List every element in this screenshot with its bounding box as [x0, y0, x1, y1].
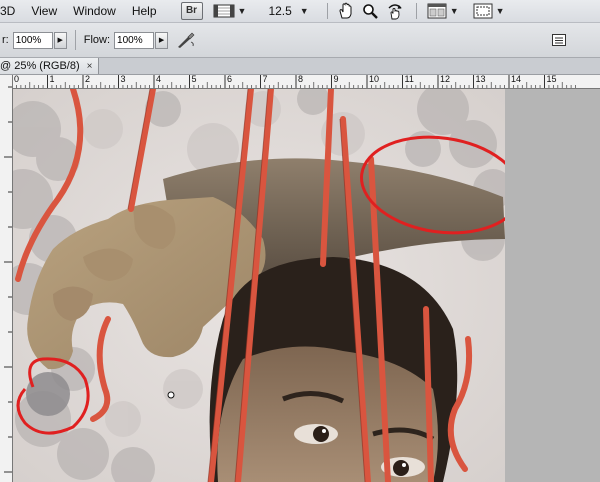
ruler-label: 2 — [85, 74, 91, 84]
rotate-view-icon[interactable] — [386, 2, 404, 20]
ruler-label: 6 — [227, 74, 233, 84]
menu-help[interactable]: Help — [124, 0, 165, 22]
divider — [74, 30, 76, 50]
options-bar: r: ▶ Flow: ▶ — [0, 23, 600, 58]
ruler-label: 9 — [333, 74, 339, 84]
screen-mode-icon[interactable] — [213, 2, 235, 20]
bridge-icon[interactable]: Br — [180, 2, 203, 20]
document-tab-title: @ 25% (RGB/8) — [0, 60, 80, 72]
menu-3d[interactable]: 3D — [0, 0, 23, 22]
ruler-label: 14 — [511, 74, 522, 84]
arrange-documents-icon[interactable] — [427, 2, 447, 20]
ruler-label: 13 — [475, 74, 486, 84]
zoom-tool-icon[interactable] — [362, 2, 378, 20]
bridge-label: Br — [180, 2, 203, 20]
zoom-level[interactable]: 12.5 — [268, 4, 291, 18]
divider — [326, 3, 328, 19]
ruler-label: 11 — [404, 74, 414, 84]
ruler-label: 5 — [191, 74, 197, 84]
chevron-down-icon[interactable]: ▼ — [450, 6, 459, 16]
menu-bar: 3D View Window Help Br ▼ 12.5 ▼ ▼ ▼ — [0, 0, 600, 23]
ruler-label: 7 — [262, 74, 268, 84]
artwork-image — [13, 89, 505, 482]
chevron-down-icon[interactable]: ▼ — [496, 6, 505, 16]
ruler-label: 3 — [120, 74, 126, 84]
close-icon[interactable]: × — [87, 61, 93, 72]
document-canvas[interactable] — [13, 89, 505, 482]
menu-window[interactable]: Window — [65, 0, 124, 22]
opacity-field[interactable] — [12, 31, 53, 49]
ruler-label: 15 — [546, 74, 557, 84]
vertical-ruler[interactable] — [0, 75, 13, 482]
ruler-label: 12 — [440, 74, 451, 84]
panel-toggle-icon[interactable] — [552, 31, 566, 49]
ruler-label: 0 — [14, 74, 20, 84]
chevron-down-icon[interactable]: ▼ — [238, 6, 247, 16]
flow-field[interactable] — [114, 31, 155, 49]
opacity-label: r: — [2, 34, 9, 46]
chevron-down-icon[interactable]: ▼ — [300, 6, 309, 16]
horizontal-ruler[interactable]: 0 1 2 3 4 5 6 7 8 9 10 11 12 13 14 15 — [12, 74, 600, 89]
divider — [415, 3, 417, 19]
flow-dropdown-arrow-icon[interactable]: ▶ — [155, 31, 169, 49]
ruler-label: 1 — [49, 74, 55, 84]
document-tab-bar: @ 25% (RGB/8) × — [0, 58, 600, 75]
canvas-workspace[interactable] — [13, 89, 600, 482]
document-tab[interactable]: @ 25% (RGB/8) × — [0, 58, 99, 74]
opacity-dropdown-arrow-icon[interactable]: ▶ — [53, 31, 67, 49]
menu-view[interactable]: View — [23, 0, 65, 22]
ruler-label: 10 — [369, 74, 380, 84]
airbrush-icon[interactable] — [176, 31, 196, 49]
flow-label: Flow: — [83, 34, 111, 46]
ruler-label: 4 — [156, 74, 162, 84]
hand-tool-icon[interactable] — [338, 2, 354, 20]
ruler-label: 8 — [298, 74, 304, 84]
screen-layout-icon[interactable] — [473, 2, 493, 20]
